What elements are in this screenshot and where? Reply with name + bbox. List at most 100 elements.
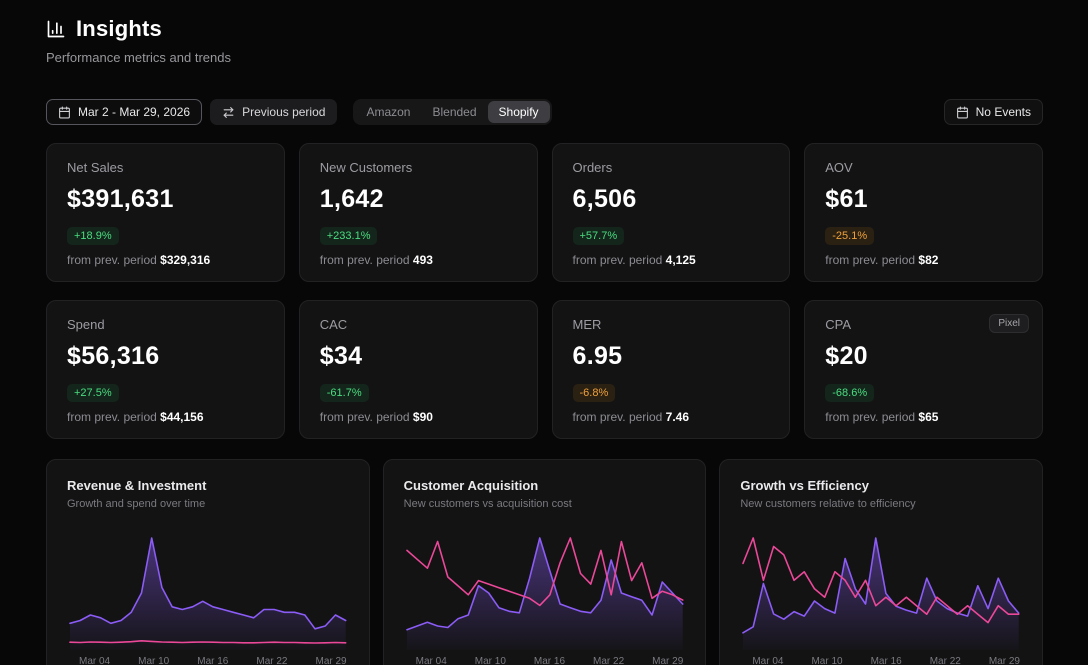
- date-range-picker[interactable]: Mar 2 - Mar 29, 2026: [46, 99, 202, 125]
- chart-x-axis-labels: Mar 04 Mar 10 Mar 16 Mar 22 Mar 29: [740, 656, 1022, 665]
- metric-value: $34: [320, 342, 517, 371]
- x-tick: Mar 04: [79, 656, 110, 665]
- metric-card-orders: Orders 6,506 +57.7% from prev. period 4,…: [552, 143, 791, 282]
- metric-prev-value: $65: [918, 410, 938, 424]
- metrics-grid: Net Sales $391,631 +18.9% from prev. per…: [46, 143, 1043, 439]
- x-tick: Mar 29: [316, 656, 347, 665]
- x-tick: Mar 29: [652, 656, 683, 665]
- metric-card-cac: CAC $34 -61.7% from prev. period $90: [299, 300, 538, 439]
- metric-label: Net Sales: [67, 160, 264, 175]
- chart-title: Revenue & Investment: [67, 478, 349, 493]
- previous-period-label: Previous period: [242, 105, 325, 119]
- metric-prev-value: $90: [413, 410, 433, 424]
- metric-change-badge: -61.7%: [320, 384, 369, 402]
- metric-prev-period: from prev. period $44,156: [67, 410, 264, 424]
- channel-segmented-control: Amazon Blended Shopify: [353, 99, 551, 125]
- metric-prev-period: from prev. period 4,125: [573, 253, 770, 267]
- metric-prev-period: from prev. period 493: [320, 253, 517, 267]
- x-tick: Mar 04: [416, 656, 447, 665]
- metric-prev-period: from prev. period 7.46: [573, 410, 770, 424]
- chart-subtitle: New customers relative to efficiency: [740, 498, 1022, 510]
- x-tick: Mar 29: [989, 656, 1020, 665]
- metric-prev-period: from prev. period $329,316: [67, 253, 264, 267]
- chart-x-axis-labels: Mar 04 Mar 10 Mar 16 Mar 22 Mar 29: [404, 656, 686, 665]
- metric-prev-label: from prev. period: [825, 253, 915, 267]
- previous-period-button[interactable]: Previous period: [210, 99, 337, 125]
- metric-change-badge: +18.9%: [67, 227, 119, 245]
- metric-change-badge: -68.6%: [825, 384, 874, 402]
- toolbar: Mar 2 - Mar 29, 2026 Previous period Ama…: [46, 99, 1043, 125]
- chart-card-revenue-investment: Revenue & Investment Growth and spend ov…: [46, 459, 370, 665]
- bar-chart-icon: [46, 19, 66, 39]
- x-tick: Mar 10: [138, 656, 169, 665]
- metric-change-badge: -6.8%: [573, 384, 616, 402]
- x-tick: Mar 22: [593, 656, 624, 665]
- x-tick: Mar 10: [811, 656, 842, 665]
- growth-efficiency-line-chart: [740, 532, 1022, 650]
- metric-card-spend: Spend $56,316 +27.5% from prev. period $…: [46, 300, 285, 439]
- x-tick: Mar 10: [475, 656, 506, 665]
- metric-label: AOV: [825, 160, 1022, 175]
- metric-prev-label: from prev. period: [67, 253, 157, 267]
- metric-prev-value: $329,316: [160, 253, 210, 267]
- x-tick: Mar 16: [197, 656, 228, 665]
- metric-label: Orders: [573, 160, 770, 175]
- no-events-button[interactable]: No Events: [944, 99, 1043, 125]
- metric-prev-value: $44,156: [160, 410, 203, 424]
- chart-x-axis-labels: Mar 04 Mar 10 Mar 16 Mar 22 Mar 29: [67, 656, 349, 665]
- charts-grid: Revenue & Investment Growth and spend ov…: [46, 459, 1043, 665]
- chart-subtitle: Growth and spend over time: [67, 498, 349, 510]
- metric-card-new-customers: New Customers 1,642 +233.1% from prev. p…: [299, 143, 538, 282]
- chart-card-customer-acquisition: Customer Acquisition New customers vs ac…: [383, 459, 707, 665]
- x-tick: Mar 22: [930, 656, 961, 665]
- metric-card-mer: MER 6.95 -6.8% from prev. period 7.46: [552, 300, 791, 439]
- page-subtitle: Performance metrics and trends: [46, 50, 1043, 65]
- metric-prev-value: 4,125: [666, 253, 696, 267]
- chart-title: Growth vs Efficiency: [740, 478, 1022, 493]
- compare-arrows-icon: [222, 106, 235, 119]
- metric-card-cpa: Pixel CPA $20 -68.6% from prev. period $…: [804, 300, 1043, 439]
- metric-value: $20: [825, 342, 1022, 371]
- calendar-icon: [956, 106, 969, 119]
- tab-shopify[interactable]: Shopify: [488, 101, 550, 123]
- metric-label: New Customers: [320, 160, 517, 175]
- x-tick: Mar 16: [534, 656, 565, 665]
- page-header: Insights: [46, 16, 1043, 42]
- metric-change-badge: -25.1%: [825, 227, 874, 245]
- x-tick: Mar 22: [256, 656, 287, 665]
- revenue-investment-line-chart: [67, 532, 349, 650]
- metric-prev-value: $82: [918, 253, 938, 267]
- chart-card-growth-efficiency: Growth vs Efficiency New customers relat…: [719, 459, 1043, 665]
- metric-label: Spend: [67, 317, 264, 332]
- chart-subtitle: New customers vs acquisition cost: [404, 498, 686, 510]
- metric-value: $56,316: [67, 342, 264, 371]
- metric-prev-label: from prev. period: [320, 253, 410, 267]
- pixel-badge: Pixel: [989, 314, 1029, 333]
- metric-card-aov: AOV $61 -25.1% from prev. period $82: [804, 143, 1043, 282]
- customer-acquisition-line-chart: [404, 532, 686, 650]
- metric-prev-label: from prev. period: [825, 410, 915, 424]
- metric-value: $391,631: [67, 185, 264, 214]
- calendar-icon: [58, 106, 71, 119]
- tab-blended[interactable]: Blended: [421, 101, 487, 123]
- metric-prev-label: from prev. period: [573, 410, 663, 424]
- no-events-label: No Events: [976, 105, 1031, 119]
- metric-value: $61: [825, 185, 1022, 214]
- metric-prev-period: from prev. period $65: [825, 410, 1022, 424]
- insights-page: Insights Performance metrics and trends …: [0, 0, 1088, 665]
- metric-value: 6,506: [573, 185, 770, 214]
- metric-prev-period: from prev. period $82: [825, 253, 1022, 267]
- chart-title: Customer Acquisition: [404, 478, 686, 493]
- x-tick: Mar 04: [752, 656, 783, 665]
- page-title: Insights: [76, 16, 162, 42]
- metric-prev-value: 7.46: [666, 410, 689, 424]
- x-tick: Mar 16: [871, 656, 902, 665]
- metric-change-badge: +57.7%: [573, 227, 625, 245]
- metric-prev-value: 493: [413, 253, 433, 267]
- tab-amazon[interactable]: Amazon: [355, 101, 421, 123]
- metric-label: CAC: [320, 317, 517, 332]
- metric-prev-period: from prev. period $90: [320, 410, 517, 424]
- metric-prev-label: from prev. period: [320, 410, 410, 424]
- metric-change-badge: +233.1%: [320, 227, 378, 245]
- date-range-label: Mar 2 - Mar 29, 2026: [78, 105, 190, 119]
